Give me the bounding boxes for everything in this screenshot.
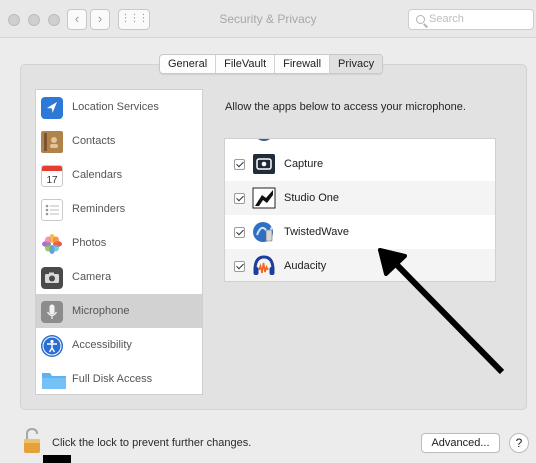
annotation-arrow (378, 248, 505, 375)
